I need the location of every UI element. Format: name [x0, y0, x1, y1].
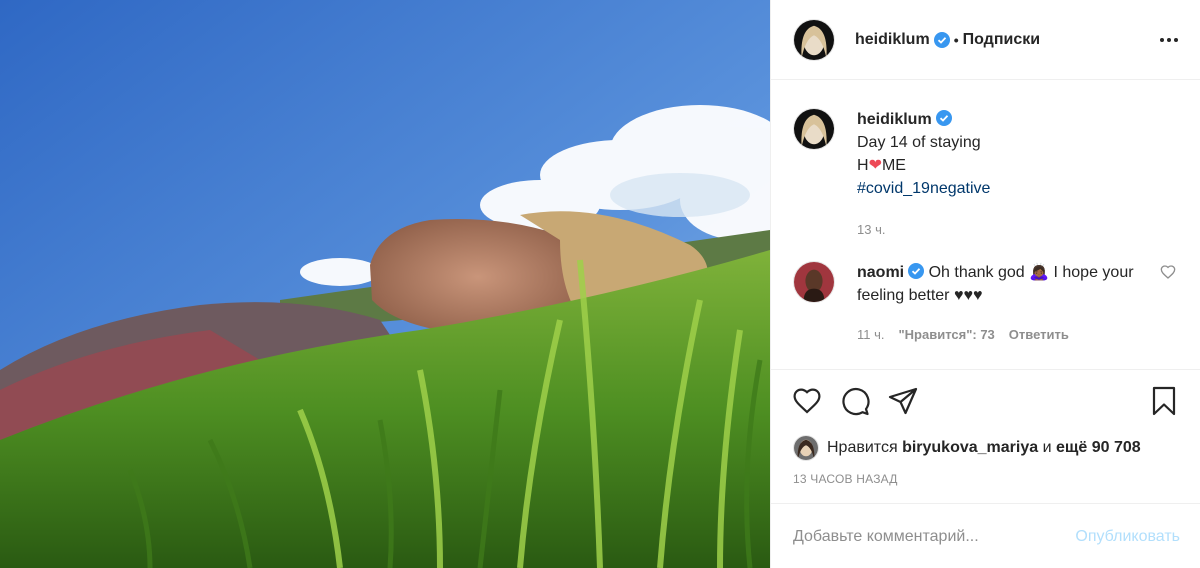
publish-button[interactable]: Опубликовать — [1075, 528, 1180, 546]
comments-section: heidiklum Day 14 of staying H❤ME #covid_… — [771, 80, 1200, 370]
likes-prefix: Нравится — [827, 439, 898, 456]
comment-likes-count[interactable]: "Нравится": 73 — [899, 323, 995, 346]
red-heart-icon: ❤ — [868, 157, 882, 174]
likes-count[interactable]: ещё 90 708 — [1056, 439, 1141, 457]
save-bookmark-icon[interactable] — [1148, 385, 1180, 417]
caption-text-me: ME — [881, 157, 906, 174]
reply-button[interactable]: Ответить — [1009, 323, 1069, 346]
commenter-username[interactable]: naomi — [857, 264, 904, 281]
post-sidebar: heidiklum • Подписки heidiklum Day 14 of… — [770, 0, 1200, 568]
comment-like-heart-icon[interactable] — [1160, 264, 1176, 280]
post-photo[interactable] — [0, 0, 770, 568]
likes-summary: Нравится biryukova_mariya и ещё 90 708 — [771, 432, 1200, 464]
verified-badge-icon — [935, 110, 952, 126]
caption-meta: 13 ч. — [857, 218, 1178, 241]
caption-line-2: H❤ME — [857, 154, 1178, 177]
commenter-avatar[interactable] — [793, 261, 835, 303]
author-avatar[interactable] — [793, 18, 835, 61]
caption-line-1: Day 14 of staying — [857, 134, 981, 151]
caption-hashtag[interactable]: #covid_19negative — [857, 177, 1178, 200]
verified-badge-icon — [908, 263, 925, 279]
comment-meta: 11 ч. "Нравится": 73 Ответить — [857, 323, 1148, 346]
liker-avatar[interactable] — [793, 435, 819, 461]
comment-bubble-icon[interactable] — [839, 385, 871, 417]
caption: heidiklum Day 14 of staying H❤ME #covid_… — [793, 108, 1178, 241]
caption-avatar[interactable] — [793, 108, 835, 150]
more-options-icon[interactable] — [1160, 32, 1178, 48]
like-heart-icon[interactable] — [791, 385, 823, 417]
caption-username[interactable]: heidiklum — [857, 111, 932, 128]
header-separator: • — [953, 31, 959, 48]
instagram-post: heidiklum • Подписки heidiklum Day 14 of… — [0, 0, 1200, 568]
author-username[interactable]: heidiklum — [855, 31, 930, 49]
comment-time[interactable]: 11 ч. — [857, 323, 885, 346]
likes-and: и — [1042, 439, 1052, 456]
post-timestamp[interactable]: 13 ЧАСОВ НАЗАД — [771, 464, 1200, 504]
following-button[interactable]: Подписки — [963, 31, 1040, 49]
action-bar — [771, 370, 1200, 432]
comment-input[interactable] — [793, 528, 1076, 546]
caption-time[interactable]: 13 ч. — [857, 218, 885, 241]
caption-text-h: H — [857, 157, 869, 174]
share-paper-plane-icon[interactable] — [887, 385, 919, 417]
photo-image — [0, 0, 770, 568]
comment-naomi: naomi Oh thank god 🙇🏾‍♀️ I hope your fee… — [793, 261, 1178, 346]
liker-username[interactable]: biryukova_mariya — [902, 439, 1038, 457]
add-comment-bar: Опубликовать — [771, 506, 1200, 568]
comment-text-1: Oh thank god — [928, 264, 1025, 281]
bowing-woman-emoji-icon: 🙇🏾‍♀️ — [1029, 264, 1050, 281]
post-header: heidiklum • Подписки — [771, 0, 1200, 80]
verified-badge-icon — [933, 31, 950, 48]
